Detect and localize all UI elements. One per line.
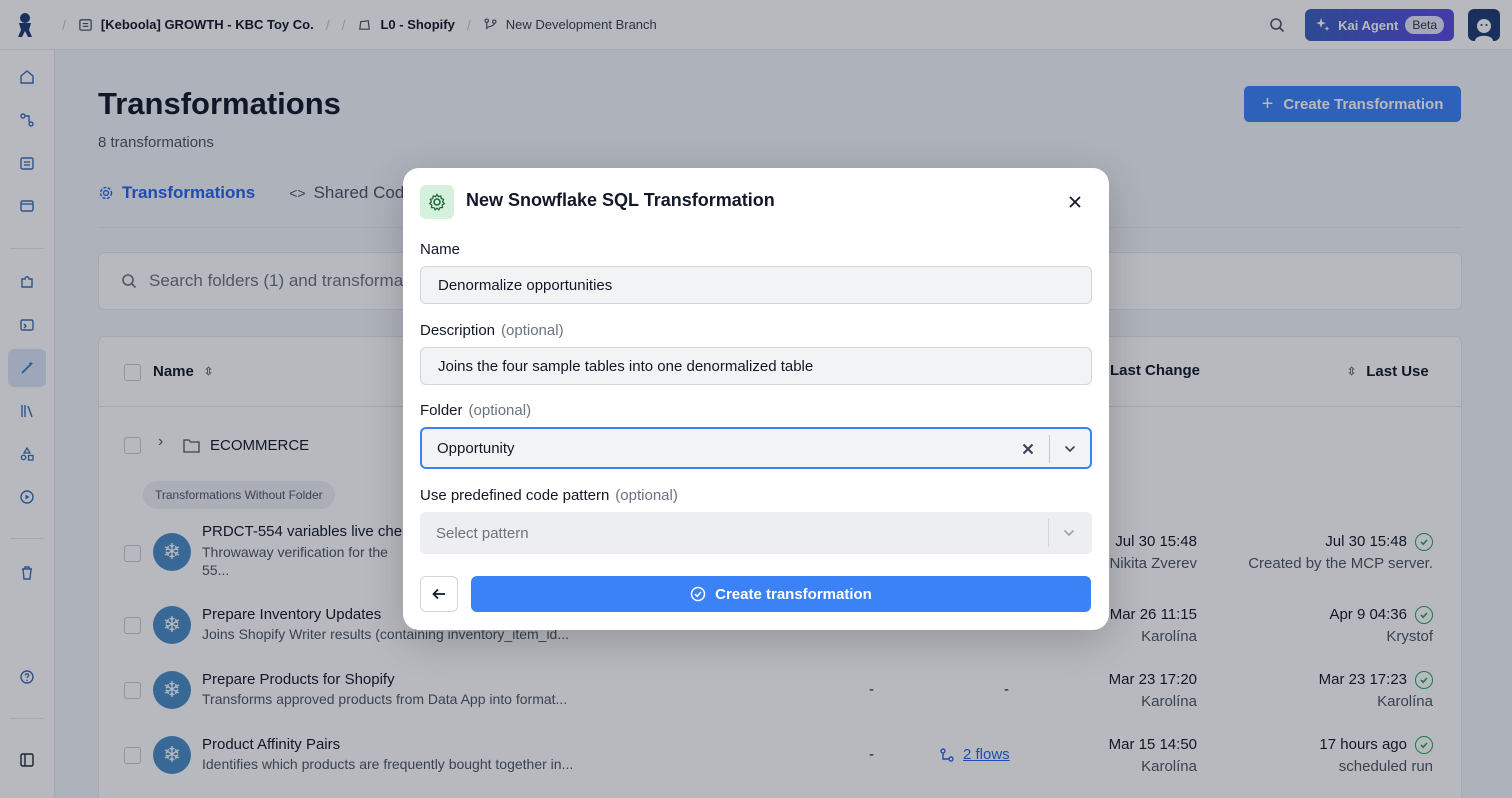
pattern-placeholder: Select pattern	[436, 524, 529, 542]
clear-icon[interactable]	[1018, 439, 1038, 459]
submit-label: Create transformation	[715, 585, 872, 603]
description-label-text: Description	[420, 322, 496, 339]
close-icon[interactable]	[1063, 190, 1087, 214]
folder-select[interactable]: Opportunity	[420, 427, 1092, 469]
folder-label: Folder (optional)	[420, 402, 531, 419]
description-label: Description (optional)	[420, 322, 564, 339]
pattern-label: Use predefined code pattern (optional)	[420, 487, 678, 504]
description-value: Joins the four sample tables into one de…	[438, 357, 814, 375]
name-label: Name	[420, 241, 461, 258]
new-transformation-modal: New Snowflake SQL Transformation Name De…	[403, 168, 1109, 630]
pattern-label-text: Use predefined code pattern	[420, 487, 610, 504]
gear-icon	[420, 185, 454, 219]
create-transformation-submit-button[interactable]: Create transformation	[471, 576, 1091, 612]
chevron-down-icon[interactable]	[1059, 523, 1079, 543]
folder-select-value: Opportunity	[437, 439, 515, 457]
modal-title: New Snowflake SQL Transformation	[466, 190, 775, 210]
arrow-left-icon	[432, 588, 445, 600]
select-divider	[1048, 519, 1049, 547]
folder-label-text: Folder	[420, 402, 463, 419]
name-field[interactable]: Denormalize opportunities	[420, 266, 1092, 304]
description-field[interactable]: Joins the four sample tables into one de…	[420, 347, 1092, 385]
back-button[interactable]	[420, 576, 458, 612]
select-divider	[1049, 435, 1050, 463]
optional-hint: (optional)	[615, 487, 678, 504]
check-circle-icon	[690, 586, 706, 602]
name-value: Denormalize opportunities	[438, 276, 613, 294]
chevron-down-icon[interactable]	[1060, 439, 1080, 459]
optional-hint: (optional)	[468, 402, 532, 419]
pattern-select[interactable]: Select pattern	[420, 512, 1092, 554]
optional-hint: (optional)	[501, 322, 564, 339]
